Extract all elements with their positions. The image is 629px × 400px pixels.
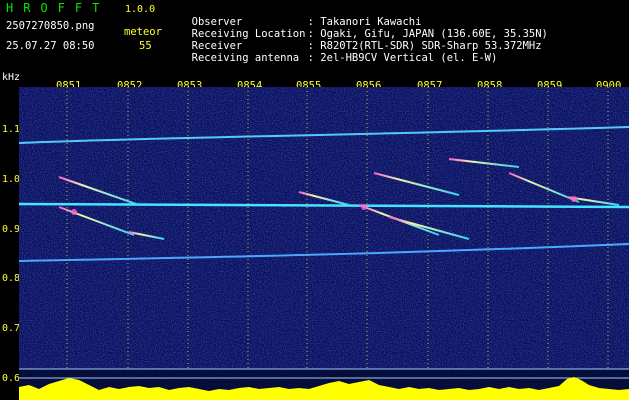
datetime: 25.07.27 08:50 bbox=[6, 40, 95, 52]
info-value: : 2el-HB9CV Vertical (el. E-W) bbox=[307, 52, 498, 64]
meteor-head bbox=[571, 196, 577, 202]
info-antenna: Receiving antenna : 2el-HB9CV Vertical (e… bbox=[179, 40, 498, 64]
y-axis-unit: kHz bbox=[2, 72, 21, 83]
meteor-label: meteor bbox=[124, 26, 162, 38]
freq-tick-label: 1.0 bbox=[2, 174, 21, 185]
freq-tick-label: 0.8 bbox=[2, 273, 21, 284]
info-label: Receiving antenna bbox=[191, 52, 300, 64]
file-name: 2507270850.png bbox=[6, 20, 95, 32]
spectrogram bbox=[19, 87, 629, 400]
meteor-head bbox=[71, 209, 77, 215]
freq-tick-label: 0.7 bbox=[2, 323, 21, 334]
app-version: 1.0.0 bbox=[125, 4, 156, 15]
freq-tick-label: 1.1 bbox=[2, 124, 21, 135]
app-title: HROFFT bbox=[6, 1, 110, 15]
meteor-head bbox=[361, 204, 367, 210]
meteor-count: 55 bbox=[139, 40, 152, 52]
freq-tick-label: 0.9 bbox=[2, 224, 21, 235]
freq-tick-label: 0.6 bbox=[2, 373, 21, 384]
